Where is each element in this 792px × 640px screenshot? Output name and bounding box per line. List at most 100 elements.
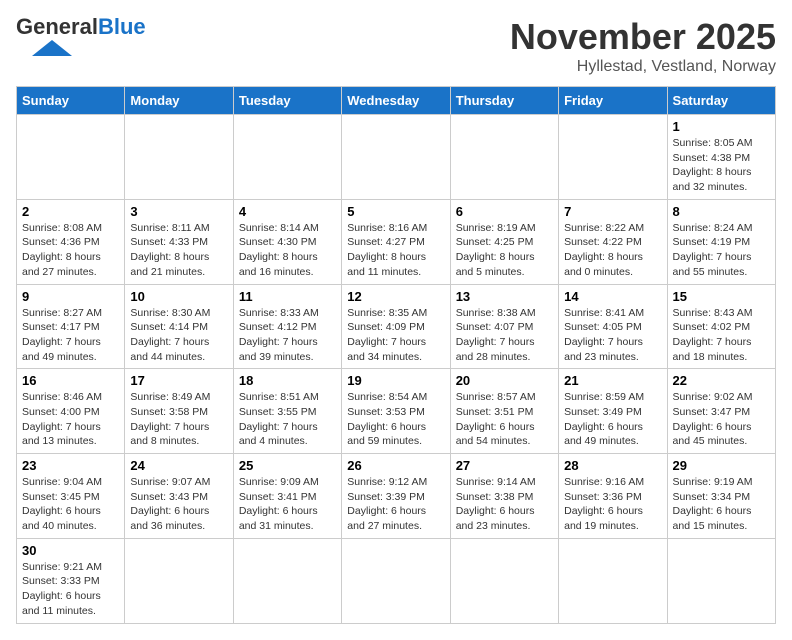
week-row-2: 2Sunrise: 8:08 AM Sunset: 4:36 PM Daylig… [17,199,776,284]
day-cell: 14 Sunrise: 8:41 AM Sunset: 4:05 PM Dayli… [559,284,667,369]
day-cell: 3 Sunrise: 8:11 AM Sunset: 4:33 PM Daylig… [125,199,233,284]
day-info: Sunrise: 9:12 AM Sunset: 3:39 PM Dayligh… [347,475,444,534]
day-info: Sunrise: 9:21 AM Sunset: 3:33 PM Dayligh… [22,560,119,619]
day-number: 22 [673,373,770,388]
day-cell [233,538,341,623]
day-info: Sunrise: 8:24 AM Sunset: 4:19 PM Dayligh… [673,221,770,280]
day-cell: 22 Sunrise: 9:02 AM Sunset: 3:47 PM Dayli… [667,369,775,454]
day-cell: 26Sunrise: 9:12 AM Sunset: 3:39 PM Dayli… [342,454,450,539]
day-number: 30 [22,543,119,558]
logo-graphic [18,38,78,58]
header: General Blue November 2025 Hyllestad, Ve… [16,16,776,76]
day-info: Sunrise: 8:51 AM Sunset: 3:55 PM Dayligh… [239,390,336,449]
week-row-4: 16 Sunrise: 8:46 AM Sunset: 4:00 PM Dayli… [17,369,776,454]
weekday-header-thursday: Thursday [450,87,558,115]
day-cell: 12 Sunrise: 8:35 AM Sunset: 4:09 PM Dayli… [342,284,450,369]
day-cell: 21Sunrise: 8:59 AM Sunset: 3:49 PM Dayli… [559,369,667,454]
logo-general: General [16,16,98,38]
day-info: Sunrise: 9:02 AM Sunset: 3:47 PM Dayligh… [673,390,770,449]
day-number: 23 [22,458,119,473]
day-cell: 9 Sunrise: 8:27 AM Sunset: 4:17 PM Daylig… [17,284,125,369]
week-row-3: 9 Sunrise: 8:27 AM Sunset: 4:17 PM Daylig… [17,284,776,369]
day-info: Sunrise: 8:41 AM Sunset: 4:05 PM Dayligh… [564,306,661,365]
day-number: 8 [673,204,770,219]
day-cell [559,115,667,200]
day-number: 3 [130,204,227,219]
day-info: Sunrise: 9:16 AM Sunset: 3:36 PM Dayligh… [564,475,661,534]
day-cell: 29Sunrise: 9:19 AM Sunset: 3:34 PM Dayli… [667,454,775,539]
day-cell: 28 Sunrise: 9:16 AM Sunset: 3:36 PM Dayli… [559,454,667,539]
day-number: 4 [239,204,336,219]
day-info: Sunrise: 8:38 AM Sunset: 4:07 PM Dayligh… [456,306,553,365]
day-number: 16 [22,373,119,388]
day-number: 12 [347,289,444,304]
day-info: Sunrise: 8:05 AM Sunset: 4:38 PM Dayligh… [673,136,770,195]
day-cell: 1Sunrise: 8:05 AM Sunset: 4:38 PM Daylig… [667,115,775,200]
week-row-5: 23 Sunrise: 9:04 AM Sunset: 3:45 PM Dayli… [17,454,776,539]
day-cell: 4Sunrise: 8:14 AM Sunset: 4:30 PM Daylig… [233,199,341,284]
day-info: Sunrise: 9:19 AM Sunset: 3:34 PM Dayligh… [673,475,770,534]
day-info: Sunrise: 8:35 AM Sunset: 4:09 PM Dayligh… [347,306,444,365]
day-info: Sunrise: 8:22 AM Sunset: 4:22 PM Dayligh… [564,221,661,280]
day-cell [17,115,125,200]
day-cell: 6 Sunrise: 8:19 AM Sunset: 4:25 PM Daylig… [450,199,558,284]
weekday-header-tuesday: Tuesday [233,87,341,115]
day-info: Sunrise: 9:04 AM Sunset: 3:45 PM Dayligh… [22,475,119,534]
day-info: Sunrise: 8:43 AM Sunset: 4:02 PM Dayligh… [673,306,770,365]
day-number: 6 [456,204,553,219]
day-info: Sunrise: 8:46 AM Sunset: 4:00 PM Dayligh… [22,390,119,449]
day-number: 2 [22,204,119,219]
day-cell: 11Sunrise: 8:33 AM Sunset: 4:12 PM Dayli… [233,284,341,369]
weekday-header-saturday: Saturday [667,87,775,115]
day-number: 28 [564,458,661,473]
day-number: 9 [22,289,119,304]
day-info: Sunrise: 8:49 AM Sunset: 3:58 PM Dayligh… [130,390,227,449]
weekday-header-friday: Friday [559,87,667,115]
day-number: 14 [564,289,661,304]
day-cell [450,115,558,200]
day-cell [342,538,450,623]
day-number: 19 [347,373,444,388]
day-number: 11 [239,289,336,304]
location-title: Hyllestad, Vestland, Norway [510,58,776,76]
logo: General Blue [16,16,146,58]
day-number: 25 [239,458,336,473]
day-cell [125,538,233,623]
day-info: Sunrise: 8:30 AM Sunset: 4:14 PM Dayligh… [130,306,227,365]
day-cell: 20 Sunrise: 8:57 AM Sunset: 3:51 PM Dayli… [450,369,558,454]
day-number: 27 [456,458,553,473]
logo-blue: Blue [98,16,146,38]
day-info: Sunrise: 9:07 AM Sunset: 3:43 PM Dayligh… [130,475,227,534]
day-cell [233,115,341,200]
day-cell [342,115,450,200]
day-cell: 24Sunrise: 9:07 AM Sunset: 3:43 PM Dayli… [125,454,233,539]
day-info: Sunrise: 9:09 AM Sunset: 3:41 PM Dayligh… [239,475,336,534]
day-cell: 13 Sunrise: 8:38 AM Sunset: 4:07 PM Dayli… [450,284,558,369]
day-number: 18 [239,373,336,388]
day-number: 10 [130,289,227,304]
day-cell: 16 Sunrise: 8:46 AM Sunset: 4:00 PM Dayli… [17,369,125,454]
day-cell: 18 Sunrise: 8:51 AM Sunset: 3:55 PM Dayli… [233,369,341,454]
day-info: Sunrise: 8:19 AM Sunset: 4:25 PM Dayligh… [456,221,553,280]
calendar: SundayMondayTuesdayWednesdayThursdayFrid… [16,86,776,624]
weekday-header-monday: Monday [125,87,233,115]
day-cell: 2Sunrise: 8:08 AM Sunset: 4:36 PM Daylig… [17,199,125,284]
day-cell: 23 Sunrise: 9:04 AM Sunset: 3:45 PM Dayli… [17,454,125,539]
weekday-header-row: SundayMondayTuesdayWednesdayThursdayFrid… [17,87,776,115]
day-info: Sunrise: 8:57 AM Sunset: 3:51 PM Dayligh… [456,390,553,449]
day-info: Sunrise: 8:27 AM Sunset: 4:17 PM Dayligh… [22,306,119,365]
week-row-1: 1Sunrise: 8:05 AM Sunset: 4:38 PM Daylig… [17,115,776,200]
weekday-header-sunday: Sunday [17,87,125,115]
day-cell: 8 Sunrise: 8:24 AM Sunset: 4:19 PM Daylig… [667,199,775,284]
day-number: 20 [456,373,553,388]
day-info: Sunrise: 8:11 AM Sunset: 4:33 PM Dayligh… [130,221,227,280]
day-info: Sunrise: 8:16 AM Sunset: 4:27 PM Dayligh… [347,221,444,280]
day-cell [450,538,558,623]
day-info: Sunrise: 9:14 AM Sunset: 3:38 PM Dayligh… [456,475,553,534]
day-cell: 25 Sunrise: 9:09 AM Sunset: 3:41 PM Dayli… [233,454,341,539]
weekday-header-wednesday: Wednesday [342,87,450,115]
day-number: 13 [456,289,553,304]
day-cell: 17Sunrise: 8:49 AM Sunset: 3:58 PM Dayli… [125,369,233,454]
day-number: 5 [347,204,444,219]
week-row-6: 30 Sunrise: 9:21 AM Sunset: 3:33 PM Dayli… [17,538,776,623]
